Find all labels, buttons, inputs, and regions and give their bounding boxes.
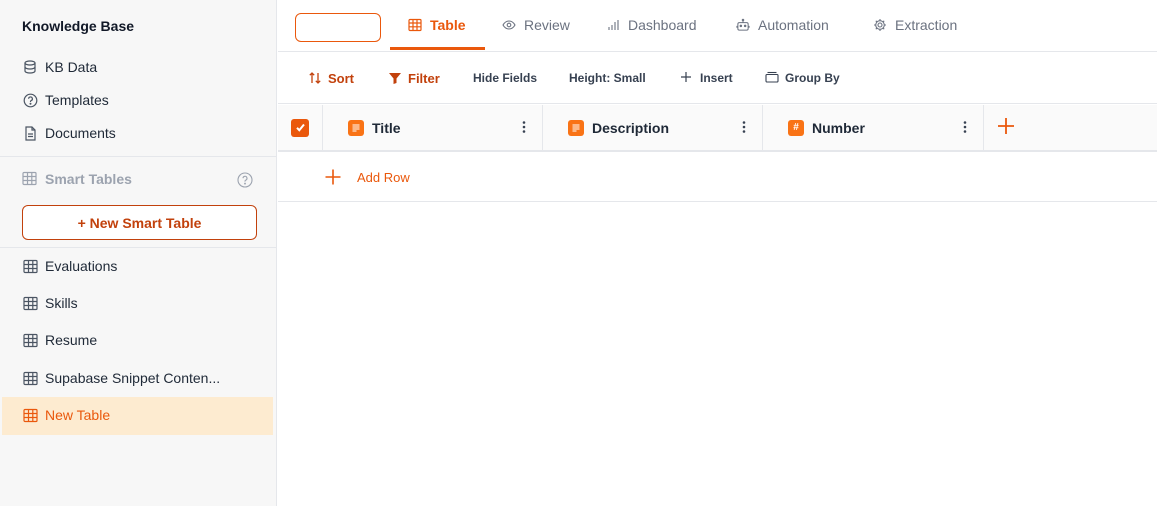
add-row-label: Add Row (357, 169, 410, 185)
table-icon (22, 258, 38, 274)
bar-chart-icon (606, 18, 620, 32)
group-by-label: Group By (785, 71, 840, 85)
tab-dashboard[interactable]: Dashboard (606, 0, 697, 50)
new-smart-table-button[interactable]: + New Smart Table (22, 205, 257, 240)
column-header-title[interactable]: Title (323, 105, 543, 150)
kebab-menu-icon[interactable] (520, 119, 528, 135)
sidebar-divider (0, 247, 276, 248)
table-icon (22, 171, 38, 187)
sidebar-item-kb-data[interactable]: KB Data (22, 57, 97, 77)
sidebar-item-label: KB Data (45, 59, 98, 75)
sidebar-item-resume[interactable]: Resume (22, 330, 97, 350)
smart-tables-header: Smart Tables (22, 171, 132, 187)
filter-button[interactable]: Filter (388, 68, 440, 88)
table-icon (22, 407, 38, 423)
database-icon (22, 59, 38, 75)
filter-icon (388, 71, 402, 85)
table-icon (22, 370, 38, 386)
gear-icon (873, 18, 887, 32)
sidebar-item-evaluations[interactable]: Evaluations (22, 256, 117, 276)
add-row-bar: Add Row (278, 152, 1157, 202)
tab-table[interactable]: Table (408, 0, 466, 50)
sidebar-item-new-table[interactable]: New Table (22, 405, 110, 425)
tab-review[interactable]: Review (502, 0, 570, 50)
insert-button[interactable]: Insert (680, 68, 733, 88)
sort-icon (308, 71, 322, 85)
table-icon (408, 18, 422, 32)
sidebar-divider (0, 156, 276, 157)
text-field-icon (568, 119, 584, 136)
sidebar-item-templates[interactable]: Templates (22, 90, 109, 110)
tab-label: Dashboard (628, 17, 697, 33)
insert-label: Insert (700, 71, 733, 85)
robot-icon (736, 18, 750, 32)
group-by-button[interactable]: Group By (765, 68, 840, 88)
tab-extraction[interactable]: Extraction (873, 0, 957, 50)
table-name-input[interactable] (295, 13, 381, 42)
add-row-button[interactable]: Add Row (324, 166, 410, 188)
sidebar: Knowledge Base KB Data Templates Documen… (0, 0, 277, 506)
sort-label: Sort (328, 70, 354, 86)
sidebar-item-label: Skills (45, 295, 78, 311)
tab-label: Table (430, 17, 466, 33)
sidebar-item-label: Documents (45, 125, 116, 141)
column-header-description[interactable]: Description (543, 105, 763, 150)
table-icon (22, 332, 38, 348)
document-icon (22, 125, 38, 141)
smart-tables-label: Smart Tables (45, 171, 132, 187)
select-all-cell (278, 105, 323, 150)
eye-icon (502, 18, 516, 32)
column-label: Number (812, 119, 865, 136)
plus-icon (324, 168, 342, 186)
sidebar-item-label: Supabase Snippet Conten... (45, 370, 221, 386)
view-tabs-bar: Table Review Dashboard Automation Extrac… (278, 0, 1157, 52)
sidebar-item-label: Evaluations (45, 258, 118, 274)
filter-label: Filter (408, 70, 440, 86)
sort-button[interactable]: Sort (308, 68, 354, 88)
number-field-icon: # (788, 119, 804, 136)
kebab-menu-icon[interactable] (740, 119, 748, 135)
active-tab-indicator (390, 47, 485, 50)
table-toolbar: Sort Filter Hide Fields Height: Small In… (278, 52, 1157, 104)
sidebar-title: Knowledge Base (22, 18, 135, 34)
hide-fields-button[interactable]: Hide Fields (473, 68, 537, 88)
help-circle-icon (22, 92, 38, 108)
tab-label: Automation (758, 17, 829, 33)
column-header-number[interactable]: # Number (763, 105, 984, 150)
grid-header-row: Title Description # Number (278, 105, 1157, 152)
text-field-icon (348, 119, 364, 136)
column-label: Description (592, 119, 670, 136)
sidebar-item-label: Resume (45, 332, 98, 348)
table-icon (22, 295, 38, 311)
column-label: Title (372, 119, 401, 136)
row-height-button[interactable]: Height: Small (569, 68, 646, 88)
help-icon[interactable] (237, 172, 253, 188)
sidebar-item-skills[interactable]: Skills (22, 293, 78, 313)
sidebar-item-label: Templates (45, 92, 109, 108)
group-icon (765, 71, 779, 85)
tab-label: Review (524, 17, 570, 33)
sidebar-item-label: New Table (45, 407, 111, 423)
tab-label: Extraction (895, 17, 958, 33)
tab-automation[interactable]: Automation (736, 0, 829, 50)
row-height-label: Height: Small (569, 71, 646, 85)
sidebar-item-supabase-snippet[interactable]: Supabase Snippet Conten... (22, 368, 220, 388)
select-all-checkbox[interactable] (291, 118, 309, 137)
sidebar-item-documents[interactable]: Documents (22, 123, 116, 143)
hide-fields-label: Hide Fields (473, 71, 538, 85)
add-column-icon[interactable] (996, 116, 1016, 136)
kebab-menu-icon[interactable] (961, 119, 969, 135)
plus-icon (680, 71, 694, 85)
